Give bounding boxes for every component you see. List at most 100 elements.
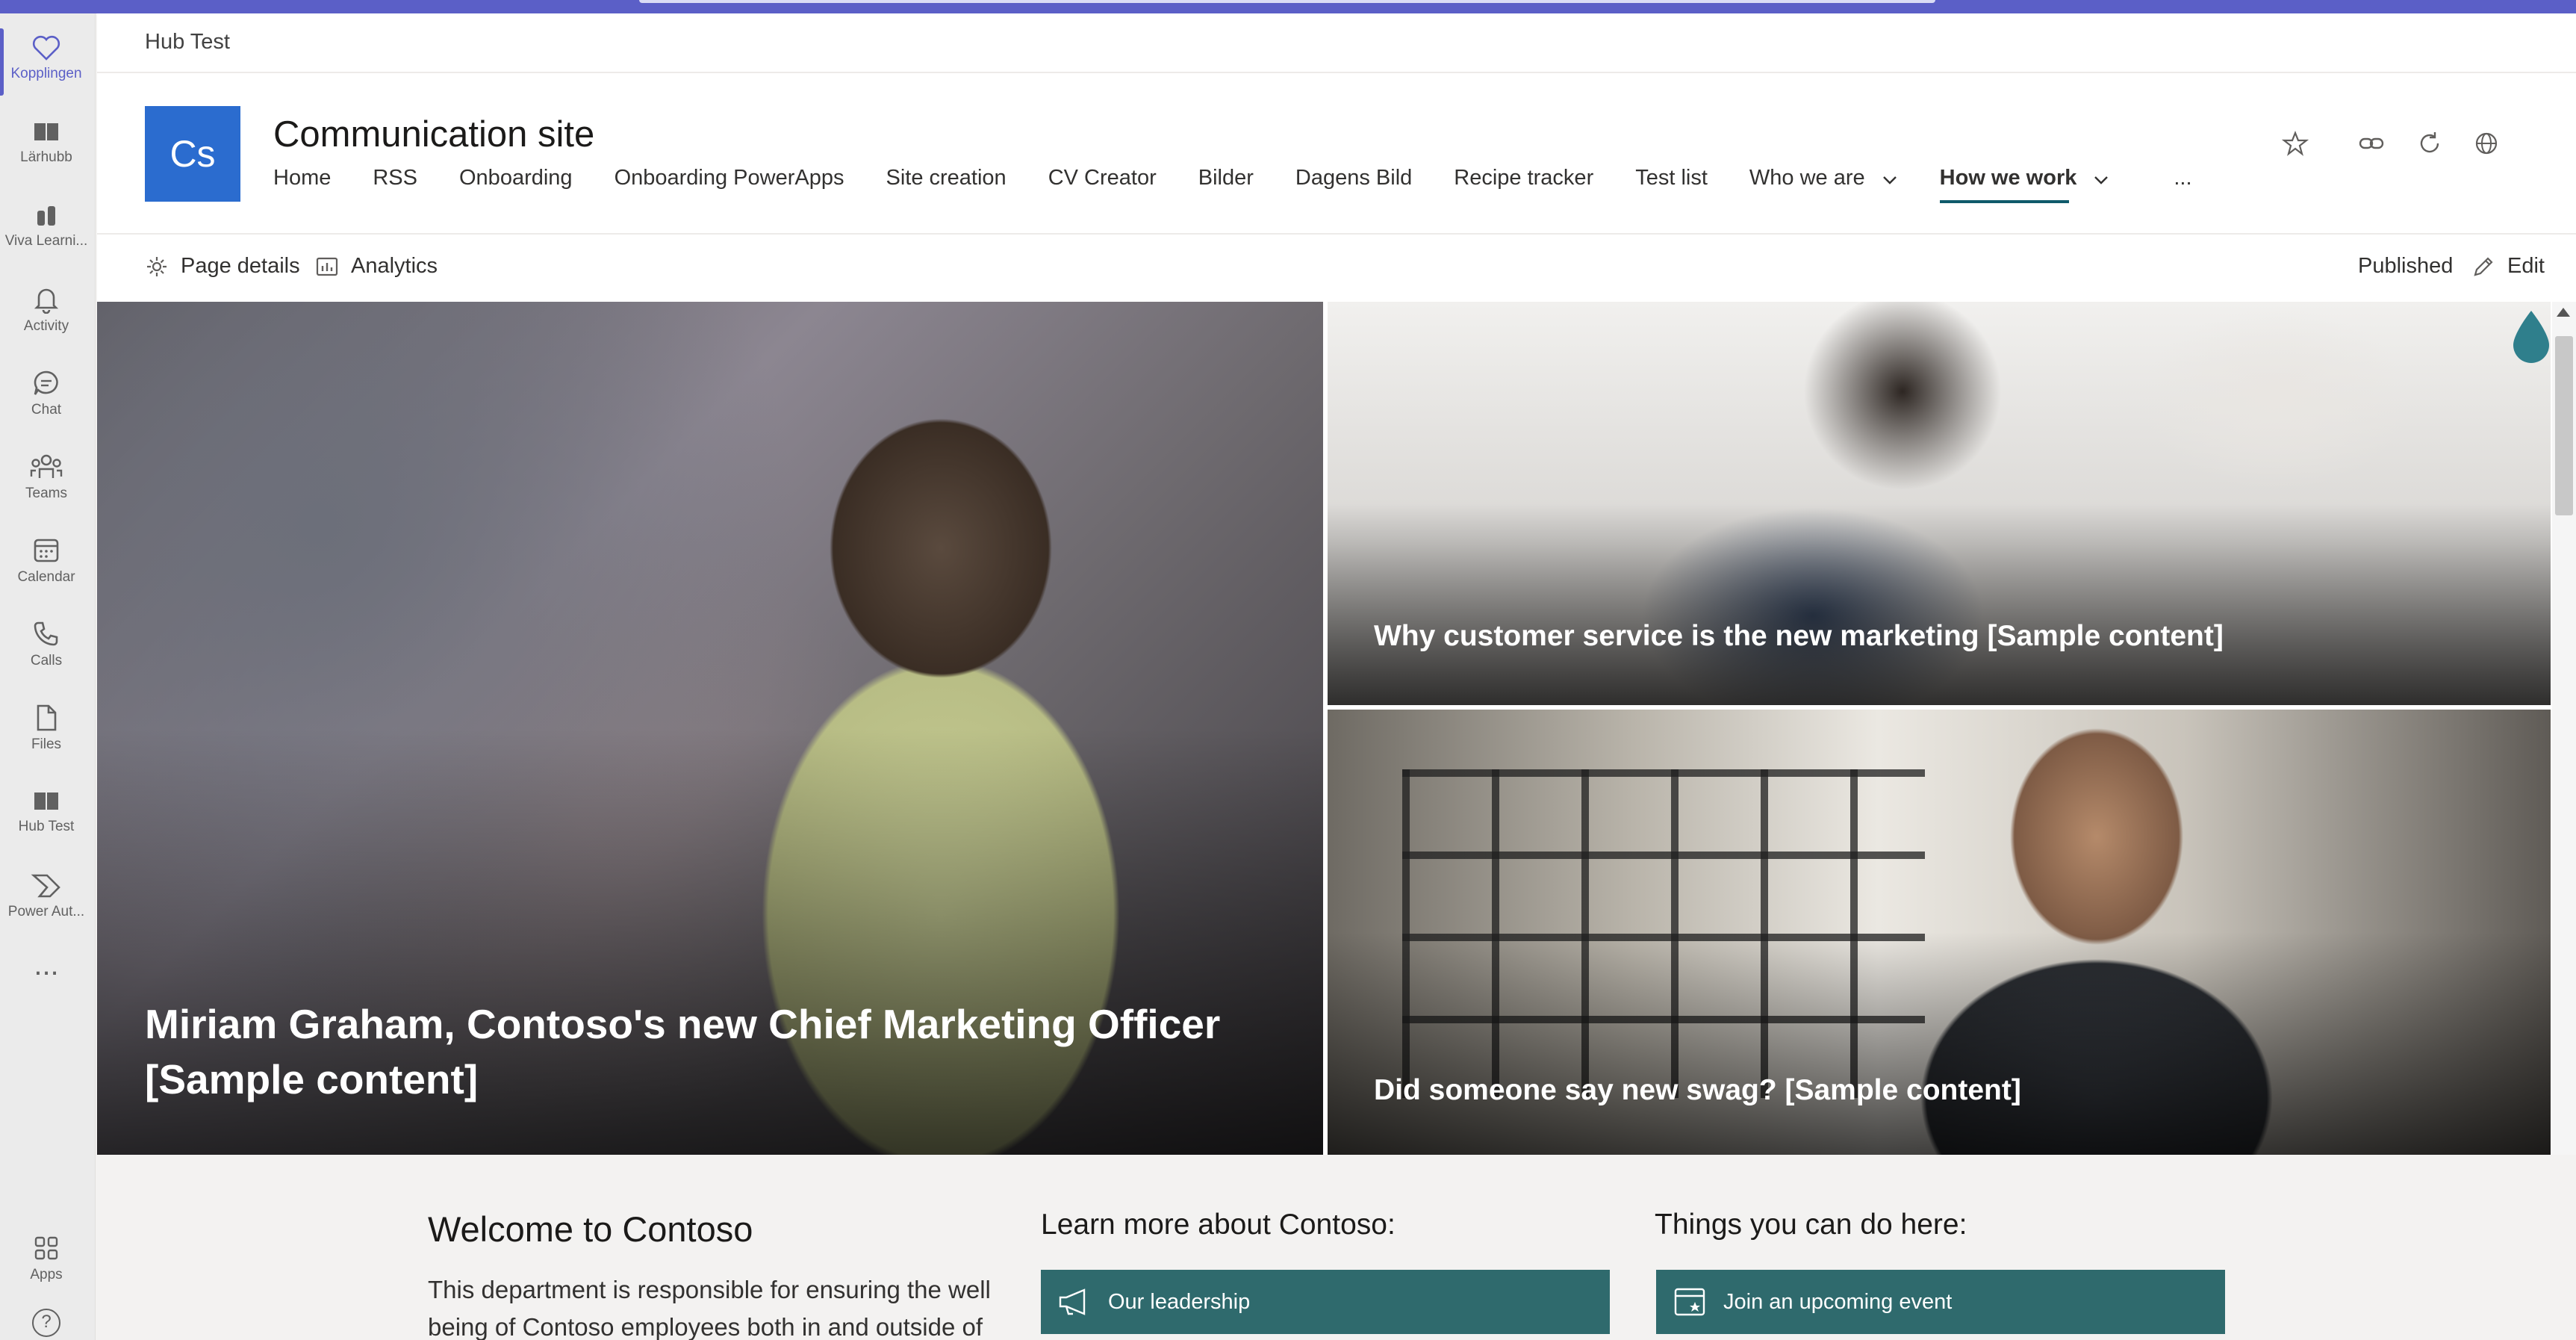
- site-logo[interactable]: Cs: [145, 106, 240, 202]
- join-event-button[interactable]: Join an upcoming event: [1656, 1270, 2225, 1334]
- rail-item-hub-test[interactable]: Hub Test: [0, 774, 93, 854]
- rail-item-power-automate[interactable]: Power Aut...: [0, 857, 93, 938]
- channel-tab-title: Hub Test: [145, 30, 230, 54]
- page-details-button[interactable]: Page details: [145, 254, 300, 279]
- rail-item-larhubb[interactable]: Lärhubb: [0, 105, 93, 185]
- status-label: Published: [2358, 254, 2454, 278]
- nav-item-who-we-are[interactable]: Who we are: [1749, 166, 1898, 202]
- site-navigation: Home RSS Onboarding Onboarding PowerApps…: [273, 166, 2234, 203]
- caption-line: [Sample content]: [145, 1056, 479, 1102]
- link-label: Join an upcoming event: [1723, 1289, 1953, 1314]
- help-button[interactable]: ?: [0, 1309, 93, 1339]
- nav-item-onboarding[interactable]: Onboarding: [459, 166, 573, 202]
- status-badge: Published: [2358, 254, 2453, 279]
- nav-item-cv-creator[interactable]: CV Creator: [1048, 166, 1157, 202]
- rail-item-label: Chat: [31, 402, 62, 418]
- caption-line: Miriam Graham, Contoso's new Chief Marke…: [145, 1001, 1221, 1047]
- nav-item-onboarding-powerapps[interactable]: Onboarding PowerApps: [615, 166, 844, 202]
- analytics-label: Analytics: [351, 254, 438, 278]
- nav-label: Dagens Bild: [1295, 166, 1413, 190]
- star-icon[interactable]: [2282, 130, 2309, 157]
- heart-icon: [32, 35, 60, 61]
- rail-item-label: Calls: [30, 653, 63, 669]
- rail-item-label: Kopplingen: [10, 66, 82, 81]
- hero-tile-1[interactable]: Miriam Graham, Contoso's new Chief Marke…: [97, 302, 1323, 1155]
- power-automate-icon: [31, 874, 60, 898]
- rail-item-activity[interactable]: Activity: [0, 272, 93, 353]
- rail-item-teams[interactable]: Teams: [0, 439, 93, 520]
- nav-more-button[interactable]: ...: [2174, 166, 2191, 202]
- chat-icon: [34, 370, 58, 395]
- site-title[interactable]: Communication site: [273, 114, 594, 155]
- globe-icon[interactable]: [2473, 130, 2500, 157]
- book-icon: [34, 123, 58, 140]
- nav-item-bilder[interactable]: Bilder: [1198, 166, 1254, 202]
- rail-item-calls[interactable]: Calls: [0, 607, 93, 687]
- nav-label: Test list: [1635, 166, 1708, 190]
- divider: [97, 72, 2576, 73]
- apps-icon: [34, 1236, 58, 1260]
- rail-item-kopplingen[interactable]: Kopplingen: [0, 21, 93, 102]
- app-rail: Kopplingen Lärhubb Viva Learni... Activi…: [0, 13, 96, 1340]
- nav-label: Bilder: [1198, 166, 1254, 190]
- link-label: Our leadership: [1108, 1289, 1251, 1314]
- hero-tile-2[interactable]: Why customer service is the new marketin…: [1328, 302, 2551, 705]
- learn-more-title: Learn more about Contoso:: [1041, 1209, 1396, 1241]
- scroll-up-arrow[interactable]: [2557, 308, 2570, 317]
- calendar-star-icon: [1674, 1288, 1705, 1316]
- rail-item-chat[interactable]: Chat: [0, 356, 93, 436]
- teams-icon: [30, 454, 63, 478]
- rail-item-label: Hub Test: [18, 819, 75, 834]
- pencil-icon: [2474, 256, 2493, 276]
- nav-label: How we work: [1939, 166, 2077, 190]
- refresh-icon[interactable]: [2416, 130, 2443, 157]
- nav-item-test-list[interactable]: Test list: [1635, 166, 1708, 202]
- rail-item-files[interactable]: Files: [0, 690, 93, 771]
- rail-item-viva-learning[interactable]: Viva Learni...: [0, 188, 93, 269]
- scrollbar-thumb[interactable]: [2555, 336, 2573, 515]
- things-title: Things you can do here:: [1655, 1209, 1967, 1241]
- rail-item-label: Lärhubb: [20, 149, 72, 165]
- nav-label: Who we are: [1749, 166, 1865, 190]
- tile-gradient: [1328, 503, 2551, 705]
- rail-item-apps[interactable]: Apps: [0, 1220, 93, 1301]
- nav-item-home[interactable]: Home: [273, 166, 331, 202]
- hero-tile-3[interactable]: Did someone say new swag? [Sample conten…: [1328, 710, 2551, 1155]
- hero-tile-caption: Miriam Graham, Contoso's new Chief Marke…: [145, 996, 1265, 1107]
- chevron-down-icon: [2094, 176, 2109, 184]
- search-bar[interactable]: [639, 0, 1935, 3]
- hero-tile-caption: Why customer service is the new marketin…: [1374, 620, 2224, 652]
- rail-more-button[interactable]: ...: [0, 947, 93, 992]
- rail-item-calendar[interactable]: Calendar: [0, 523, 93, 604]
- hero-tile-caption: Did someone say new swag? [Sample conten…: [1374, 1074, 2021, 1106]
- nav-item-dagens-bild[interactable]: Dagens Bild: [1295, 166, 1412, 202]
- nav-label: Recipe tracker: [1454, 166, 1594, 190]
- more-icon: ...: [34, 950, 59, 980]
- gear-icon: [147, 256, 167, 276]
- learning-icon: [37, 206, 55, 226]
- welcome-title: Welcome to Contoso: [428, 1209, 753, 1249]
- nav-label: RSS: [373, 166, 417, 190]
- rail-item-label: Viva Learni...: [4, 233, 88, 249]
- droplet-icon: [2513, 311, 2549, 363]
- nav-item-recipe-tracker[interactable]: Recipe tracker: [1454, 166, 1593, 202]
- nav-label: CV Creator: [1048, 166, 1157, 190]
- nav-item-site-creation[interactable]: Site creation: [886, 166, 1006, 202]
- hero-webpart: Miriam Graham, Contoso's new Chief Marke…: [97, 302, 2551, 1155]
- rail-item-label: Files: [31, 736, 62, 752]
- nav-label: Onboarding: [459, 166, 573, 190]
- file-icon: [37, 704, 57, 731]
- nav-item-rss[interactable]: RSS: [373, 166, 417, 202]
- edit-button[interactable]: Edit: [2471, 254, 2545, 279]
- nav-label: Site creation: [886, 166, 1007, 190]
- analytics-icon: [316, 257, 338, 276]
- analytics-button[interactable]: Analytics: [315, 254, 438, 279]
- link-icon[interactable]: [2358, 130, 2385, 157]
- edit-label: Edit: [2507, 254, 2545, 278]
- teams-title-bar: [0, 0, 2576, 13]
- rail-item-label: Teams: [25, 486, 67, 501]
- nav-item-how-we-work[interactable]: How we work: [1939, 166, 2110, 203]
- help-icon: ?: [32, 1309, 60, 1337]
- megaphone-icon: [1059, 1288, 1086, 1315]
- our-leadership-button[interactable]: Our leadership: [1041, 1270, 1610, 1334]
